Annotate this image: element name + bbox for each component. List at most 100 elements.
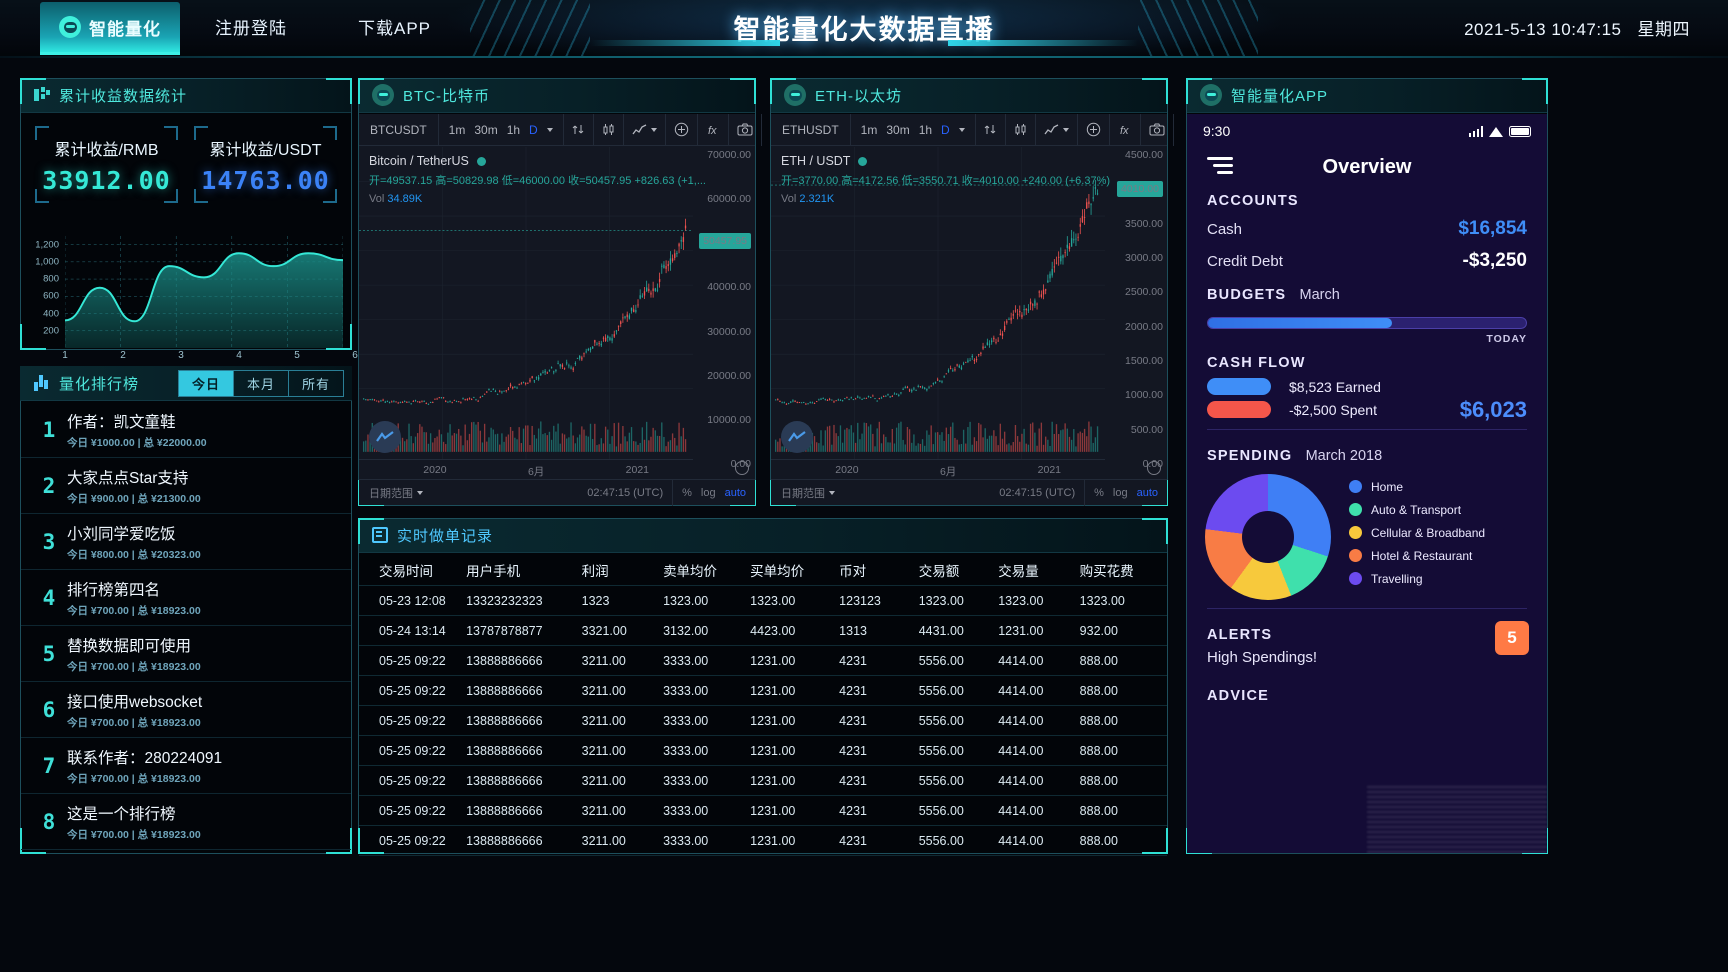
- chevron-down-icon[interactable]: [1062, 127, 1069, 132]
- date-tick: 2021: [1037, 464, 1062, 476]
- rank-list-item[interactable]: 3 小刘同学爱吃饭 今日 ¥800.00 | 总 ¥20323.00: [21, 514, 351, 570]
- table-row[interactable]: 05-25 09:22 13888886666 3211.00 3333.00 1231…: [359, 766, 1167, 796]
- chevron-down-icon[interactable]: [829, 490, 835, 495]
- eth-indicators-button[interactable]: [1036, 113, 1078, 146]
- eth-res-d[interactable]: D: [941, 123, 950, 137]
- table-row[interactable]: 05-24 13:14 13787878877 3321.00 3132.00 4423…: [359, 616, 1167, 646]
- eth-ohlc: 开=3770.00 高=4172.56 低=3550.71 收=4010.00 …: [781, 175, 1111, 187]
- table-row[interactable]: 05-25 09:22 13888886666 3211.00 3333.00 1231…: [359, 736, 1167, 766]
- eth-date-range-label: 日期范围: [781, 487, 825, 500]
- table-cell: 5556.00: [918, 653, 964, 668]
- rank-list-item[interactable]: 7 联系作者：280224091 今日 ¥700.00 | 总 ¥18923.00: [21, 738, 351, 794]
- btc-indicators-button[interactable]: [624, 113, 666, 146]
- table-header-cell: 购买花费: [1079, 563, 1134, 579]
- x-tick: 3: [178, 350, 184, 361]
- chevron-down-icon[interactable]: [650, 127, 657, 132]
- table-cell: 3333.00: [663, 803, 709, 818]
- rank-name: 排行榜第四名: [67, 581, 161, 599]
- btc-res-1h[interactable]: 1h: [507, 123, 520, 137]
- eth-add-button[interactable]: [1078, 113, 1110, 146]
- chevron-down-icon[interactable]: [417, 490, 423, 495]
- eth-res-1h[interactable]: 1h: [919, 123, 932, 137]
- budget-progress-bar[interactable]: [1207, 317, 1527, 329]
- earned-pill-icon: [1207, 378, 1271, 395]
- eth-settings-icon[interactable]: [1147, 461, 1161, 475]
- table-header-cell: 利润: [581, 563, 609, 579]
- btc-add-button[interactable]: [666, 113, 698, 146]
- eth-compare-button[interactable]: [976, 113, 1006, 146]
- btc-settings-icon[interactable]: [735, 461, 749, 475]
- table-row[interactable]: 05-25 09:22 13888886666 3211.00 3333.00 1231…: [359, 676, 1167, 706]
- rank-list-item[interactable]: 2 大家点点Star支持 今日 ¥900.00 | 总 ¥21300.00: [21, 458, 351, 514]
- rank-name: 联系作者：280224091: [67, 749, 223, 767]
- btc-date-range-button[interactable]: 日期范围: [359, 485, 423, 501]
- eth-toolbar: ETHUSDT 1m 30m 1h D fx: [771, 113, 1174, 146]
- eth-scale-log[interactable]: log: [1113, 487, 1128, 499]
- eth-res-30m[interactable]: 30m: [886, 123, 909, 137]
- table-cell: 1231.00: [750, 653, 796, 668]
- btc-compare-button[interactable]: [564, 113, 594, 146]
- rank-list-item[interactable]: 4 排行榜第四名 今日 ¥700.00 | 总 ¥18923.00: [21, 570, 351, 626]
- table-row[interactable]: 05-23 12:08 13323232323 1323 1323.00 1323.00…: [359, 586, 1167, 616]
- btc-snapshot-button[interactable]: [729, 113, 762, 146]
- btc-scale-auto[interactable]: auto: [725, 487, 746, 499]
- btc-res-30m[interactable]: 30m: [474, 123, 497, 137]
- rank-tab-2[interactable]: 所有: [289, 371, 343, 396]
- cashflow-total: $6,023: [1459, 397, 1527, 422]
- btc-volume-row: Vol 34.89K: [369, 193, 706, 205]
- table-row[interactable]: 05-25 09:22 13888886666 3211.00 3333.00 1231…: [359, 796, 1167, 826]
- rank-list-item[interactable]: 1 作者：凯文童鞋 今日 ¥1000.00 | 总 ¥22000.00: [21, 402, 351, 458]
- eth-volume-row: Vol 2.321K: [781, 193, 1110, 205]
- rank-tab-0[interactable]: 今日: [178, 371, 234, 396]
- btc-formula-button[interactable]: fx: [698, 113, 729, 146]
- table-header-cell: 交易量: [998, 563, 1039, 579]
- table-cell: 4231: [839, 773, 867, 788]
- btc-scale-percent[interactable]: %: [682, 487, 692, 499]
- table-row[interactable]: 05-25 09:22 13888886666 3211.00 3333.00 1231…: [359, 826, 1167, 856]
- app-panel-title: 智能量化APP: [1231, 87, 1329, 105]
- price-tick: 2000.00: [1125, 320, 1163, 333]
- header-underline: [0, 56, 1728, 58]
- legend-label: Hotel & Restaurant: [1371, 548, 1473, 563]
- rank-list-item[interactable]: 5 替换数据即可使用 今日 ¥700.00 | 总 ¥18923.00: [21, 626, 351, 682]
- table-cell: 13888886666: [466, 803, 543, 818]
- table-cell: 13888886666: [466, 743, 543, 758]
- chevron-down-icon[interactable]: [546, 127, 553, 132]
- chevron-down-icon[interactable]: [958, 127, 965, 132]
- ranking-tabs[interactable]: 今日 本月 所有: [177, 370, 344, 397]
- table-cell: 3211.00: [581, 653, 626, 668]
- btc-scale-log[interactable]: log: [701, 487, 716, 499]
- table-header-cell: 卖单均价: [663, 563, 718, 579]
- menu-icon[interactable]: [1207, 157, 1233, 178]
- legend-swatch: [1349, 549, 1362, 562]
- eth-symbol[interactable]: ETHUSDT: [771, 113, 851, 146]
- rank-list-item[interactable]: 6 接口使用websocket 今日 ¥700.00 | 总 ¥18923.00: [21, 682, 351, 738]
- table-row[interactable]: 05-25 09:22 13888886666 3211.00 3333.00 1231…: [359, 706, 1167, 736]
- eth-scale-percent[interactable]: %: [1094, 487, 1104, 499]
- eth-snapshot-button[interactable]: [1141, 113, 1174, 146]
- rank-list-item[interactable]: 8 这是一个排行榜 今日 ¥700.00 | 总 ¥18923.00: [21, 794, 351, 850]
- table-row[interactable]: 05-25 09:22 13888886666 3211.00 3333.00 1231…: [359, 646, 1167, 676]
- eth-formula-button[interactable]: fx: [1110, 113, 1141, 146]
- btc-chart-style-button[interactable]: [594, 113, 624, 146]
- alerts-badge[interactable]: 5: [1495, 621, 1529, 655]
- btc-date-axis: 2020 6月 2021: [359, 459, 693, 479]
- table-cell: 4231: [839, 683, 867, 698]
- eth-date-range-button[interactable]: 日期范围: [771, 485, 835, 501]
- btc-res-1m[interactable]: 1m: [449, 123, 466, 137]
- app-preview-panel: 智能量化APP 9:30 Overview ACCOUNTS Cash $16,…: [1186, 78, 1548, 854]
- records-panel-title: 实时做单记录: [397, 527, 494, 545]
- btc-symbol[interactable]: BTCUSDT: [359, 113, 439, 146]
- eth-scale-auto[interactable]: auto: [1137, 487, 1158, 499]
- table-cell: 4414.00: [998, 683, 1044, 698]
- btc-res-d[interactable]: D: [529, 123, 538, 137]
- eth-res-1m[interactable]: 1m: [861, 123, 878, 137]
- table-cell: 05-25 09:22: [379, 803, 446, 818]
- table-cell: 05-25 09:22: [379, 773, 446, 788]
- rank-number: 1: [42, 417, 56, 442]
- eth-chart-style-button[interactable]: [1006, 113, 1036, 146]
- table-cell: 1231.00: [750, 683, 796, 698]
- eth-chart-panel: ETH-以太坊 ETHUSDT 1m 30m 1h D fx ETH / USD…: [770, 78, 1174, 506]
- eth-price-axis[interactable]: 4500.004000.003500.003000.002500.002000.…: [1105, 147, 1167, 470]
- rank-tab-1[interactable]: 本月: [234, 371, 289, 396]
